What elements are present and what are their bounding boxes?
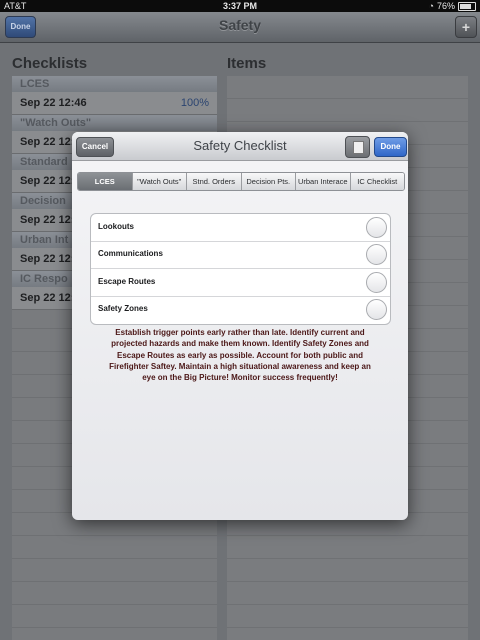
document-icon[interactable] [345, 136, 370, 158]
list-item-date: Sep 22 12: [20, 175, 75, 187]
list-item-date: Sep 22 12: [20, 214, 75, 226]
tab-decision-points[interactable]: Decision Pts. [241, 173, 296, 190]
battery-area: ◔ 76% [429, 0, 476, 12]
checklist-tabs: LCES "Watch Outs" Stnd. Orders Decision … [77, 172, 405, 191]
checklist-row-escape-routes[interactable]: Escape Routes [91, 269, 390, 297]
list-item[interactable]: Sep 22 12:46 100% [12, 92, 217, 115]
list-item-date: Sep 22 12: [20, 136, 75, 148]
check-circle-icon[interactable] [366, 299, 387, 320]
checklist-item-label: Escape Routes [98, 277, 156, 286]
checklist-item-label: Safety Zones [98, 304, 148, 313]
checklist-description: Establish trigger points early rather th… [109, 328, 371, 383]
status-bar: AT&T 3:37 PM ◔ 76% [0, 0, 480, 12]
list-item-date: Sep 22 12: [20, 292, 75, 304]
list-item-date: Sep 22 12: [20, 253, 75, 265]
lock-rotation-icon: ◔ [428, 1, 434, 11]
tab-lces[interactable]: LCES [78, 173, 133, 190]
navigation-bar: Done Safety + [0, 12, 480, 43]
tab-urban-interface[interactable]: Urban Interace [296, 173, 351, 190]
checklist-row-safety-zones[interactable]: Safety Zones [91, 296, 390, 323]
tab-standard-orders[interactable]: Stnd. Orders [187, 173, 242, 190]
safety-checklist-modal: Cancel Safety Checklist Done LCES "Watch… [72, 132, 408, 520]
checklist-item-label: Lookouts [98, 222, 134, 231]
checklist-item-label: Communications [98, 249, 163, 258]
check-circle-icon[interactable] [366, 244, 387, 265]
check-circle-icon[interactable] [366, 272, 387, 293]
tab-ic-checklist[interactable]: IC Checklist [350, 173, 404, 190]
battery-icon [458, 1, 476, 11]
page-title: Safety [218, 17, 262, 33]
check-circle-icon[interactable] [366, 217, 387, 238]
items-title: Items [227, 55, 267, 72]
add-icon[interactable]: + [455, 16, 477, 38]
checklists-title: Checklists [12, 55, 88, 72]
status-time: 3:37 PM [222, 1, 257, 11]
tab-watch-outs[interactable]: "Watch Outs" [132, 173, 187, 190]
modal-done-button[interactable]: Done [374, 137, 407, 157]
list-item-percent: 100% [180, 97, 209, 109]
list-item-date: Sep 22 12:46 [20, 97, 87, 109]
modal-header: Cancel Safety Checklist Done [72, 132, 408, 161]
checklist-row-lookouts[interactable]: Lookouts [91, 214, 390, 242]
section-header: LCES [12, 76, 217, 92]
section-header: "Watch Outs" [12, 115, 217, 131]
checklist-items: Lookouts Communications Escape Routes Sa… [90, 213, 391, 325]
battery-percent: 76% [436, 1, 455, 11]
checklist-row-communications[interactable]: Communications [91, 241, 390, 269]
